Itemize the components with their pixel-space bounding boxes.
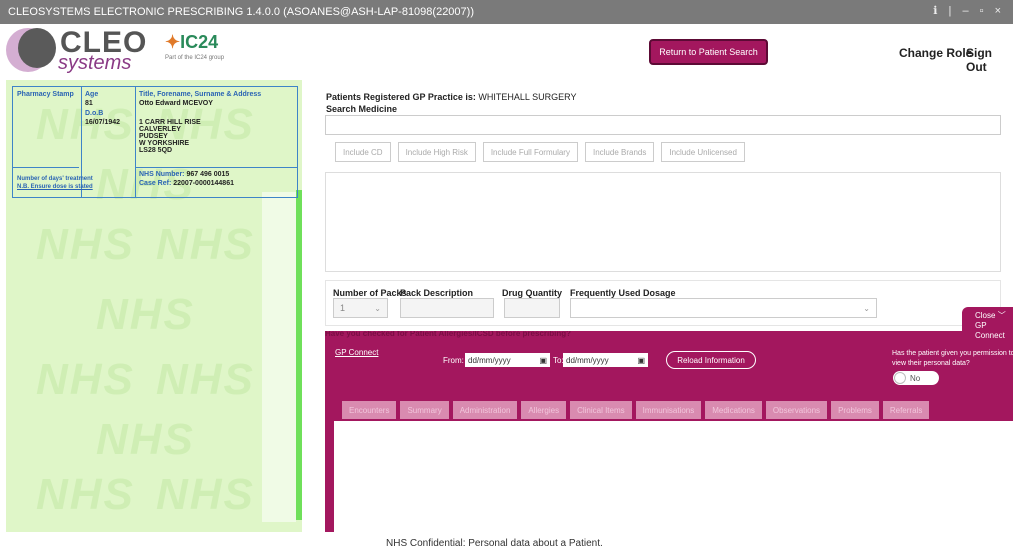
ic24-logo: ✦IC24 Part of the IC24 group [165,32,245,70]
pack-description-label: Pack Description [400,288,474,298]
reload-information-button[interactable]: Reload Information [666,351,756,369]
permission-toggle[interactable]: No [893,371,939,385]
from-date-input[interactable]: dd/mm/yyyy ▣ [465,353,550,367]
address-line: LS28 5QD [139,147,173,154]
search-medicine-input[interactable] [325,115,1001,135]
nhs-number: 967 496 0015 [186,171,230,178]
nhs-watermark: NHS [156,355,255,404]
age-label: Age [85,91,99,98]
tab-encounters[interactable]: Encounters [342,401,397,419]
to-date-input[interactable]: dd/mm/yyyy ▣ [563,353,648,367]
change-role-link[interactable]: Change Role [899,46,972,60]
calendar-icon: ▣ [637,355,645,365]
from-label: From: [443,356,464,365]
prescription-form: NHS NHS NHS NHS NHS NHS NHS NHS NHS NHS … [6,80,302,532]
calendar-icon: ▣ [539,355,547,365]
drug-quantity-field[interactable] [504,298,560,318]
close-gp-connect-button[interactable]: Close ﹀ GP Connect [962,307,1013,340]
notes-strip [262,192,296,522]
dose-note: N.B. Ensure dose is stated [17,184,93,190]
packs-select[interactable]: 1 ⌄ [333,298,388,318]
dosage-label: Frequently Used Dosage [570,288,676,298]
search-filters: Include CD Include High Risk Include Ful… [335,142,745,162]
search-results-area[interactable] [325,172,1001,272]
nhs-watermark: NHS [96,290,195,339]
nhs-watermark: NHS [156,220,255,269]
patient-name: Otto Edward MCEVOY [139,100,213,107]
include-full-formulary-button[interactable]: Include Full Formulary [482,142,578,162]
days-treatment-label: Number of days' treatment [17,176,93,182]
dosage-select[interactable]: ⌄ [570,298,877,318]
tab-medications[interactable]: Medications [705,401,762,419]
case-ref-label: Case Ref: [139,180,172,187]
tab-administration[interactable]: Administration [452,401,518,419]
tab-allergies[interactable]: Allergies [521,401,567,419]
case-ref: 22007-0000144861 [173,180,234,187]
include-unlicensed-button[interactable]: Include Unlicensed [661,142,745,162]
tab-clinical-items[interactable]: Clinical Items [570,401,632,419]
nhs-watermark: NHS [36,470,135,519]
tab-immunisations[interactable]: Immunisations [635,401,702,419]
window-title: CLEOSYSTEMS ELECTRONIC PRESCRIBING 1.4.0… [8,6,474,18]
dob-value: 16/07/1942 [85,119,121,126]
age-value: 81 [85,100,93,107]
sign-out-link[interactable]: Sign Out [966,46,1013,74]
gp-practice-name: WHITEHALL SURGERY [478,92,577,102]
include-brands-button[interactable]: Include Brands [584,142,655,162]
gp-connect-tabs: Encounters Summary Administration Allerg… [342,401,930,419]
gp-connect-content [334,421,1013,532]
nhs-watermark: NHS [96,415,195,464]
patient-details-box: Pharmacy Stamp Age 81 D.o.B 16/07/1942 T… [12,86,298,198]
window-controls[interactable]: ℹ | – ▫ × [933,4,1005,17]
nhs-watermark: NHS [36,355,135,404]
gp-practice-line: Patients Registered GP Practice is: WHIT… [326,92,577,102]
packs-label: Number of Packs [333,288,407,298]
title-bar: CLEOSYSTEMS ELECTRONIC PRESCRIBING 1.4.0… [0,0,1013,24]
pack-description-field[interactable] [400,298,494,318]
name-label: Title, Forename, Surname & Address [139,91,262,98]
cleo-logo: CLEO systems [6,26,146,74]
include-high-risk-button[interactable]: Include High Risk [397,142,476,162]
chevron-down-icon: ⌄ [374,303,381,313]
nhs-watermark: NHS [36,220,135,269]
scroll-indicator [296,190,302,520]
drug-quantity-label: Drug Quantity [502,288,562,298]
chevron-down-icon: ﹀ [997,311,1006,320]
app-header: CLEO systems ✦IC24 Part of the IC24 grou… [0,24,1013,80]
pharmacy-stamp-label: Pharmacy Stamp [17,91,74,98]
nhs-number-label: NHS Number: [139,171,185,178]
return-to-patient-search-button[interactable]: Return to Patient Search [649,39,768,65]
allergy-warning: Have you checked for Patient Allergies/I… [325,331,571,338]
quantity-section: Number of Packs Pack Description Drug Qu… [325,280,1001,326]
confidential-notice: NHS Confidential: Personal data about a … [386,538,603,549]
tab-referrals[interactable]: Referrals [882,401,930,419]
include-cd-button[interactable]: Include CD [335,142,391,162]
gp-connect-link[interactable]: GP Connect [335,348,378,357]
dob-label: D.o.B [85,110,104,117]
toggle-knob [894,372,906,384]
ic24-tagline: Part of the IC24 group [165,55,225,61]
search-medicine-label: Search Medicine [326,104,398,114]
tab-observations[interactable]: Observations [765,401,828,419]
tab-problems[interactable]: Problems [831,401,879,419]
gp-connect-panel: Have you checked for Patient Allergies/I… [325,331,1013,532]
permission-question: Has the patient given you permission to … [892,350,1013,367]
chevron-down-icon: ⌄ [863,303,870,313]
tab-summary[interactable]: Summary [400,401,449,419]
nhs-watermark: NHS [156,470,255,519]
